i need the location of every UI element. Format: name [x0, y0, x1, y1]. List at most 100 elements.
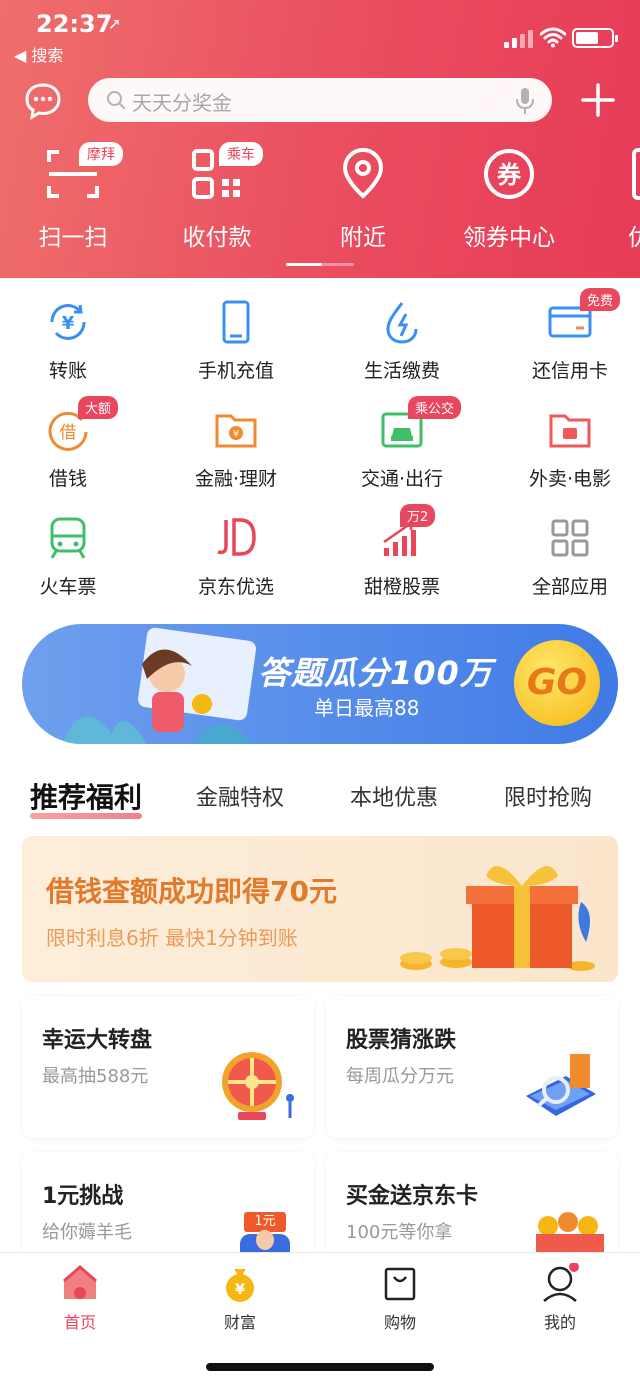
service-transport[interactable]: 乘公交 交通·出行 — [322, 396, 482, 491]
service-label: 火车票 — [39, 576, 97, 598]
service-phone-topup[interactable]: 手机充值 — [156, 300, 316, 383]
status-time: 22:37 — [36, 10, 113, 38]
service-utility-bills[interactable]: 生活缴费 — [322, 300, 482, 383]
location-arrow-icon: ➚ — [108, 14, 122, 33]
svg-text:¥: ¥ — [235, 1282, 245, 1298]
quick-action-nearby[interactable]: 附近 — [308, 146, 418, 252]
service-jd-select[interactable]: 京东优选 — [156, 516, 316, 599]
card-title: 买金送京东卡 — [346, 1184, 479, 1209]
banner-illustration — [62, 627, 256, 744]
service-label: 京东优选 — [197, 576, 274, 598]
service-label: 金融·理财 — [194, 468, 278, 490]
nav-home[interactable]: 首页 — [0, 1263, 160, 1333]
nav-label: 财富 — [223, 1313, 256, 1332]
cellular-signal-icon — [504, 28, 536, 48]
location-pin-icon — [342, 147, 384, 199]
tab-flash-sale[interactable]: 限时抢购 — [504, 780, 592, 812]
quick-action-label: 收付款 — [182, 225, 252, 251]
gift-box-icon — [400, 866, 595, 971]
plus-icon[interactable] — [578, 80, 618, 120]
search-bar[interactable]: 天天分奖金 — [88, 78, 552, 122]
header: 22:37 ➚ ◀ 搜索 天天分奖金 摩拜 扫一扫 乘车 收付款 附近 券 领券… — [0, 0, 640, 278]
banner-subtitle: 单日最高88 — [314, 696, 420, 720]
tab-finance-privileges[interactable]: 金融特权 — [196, 780, 284, 812]
search-icon — [107, 91, 125, 109]
service-finance[interactable]: ¥ 金融·理财 — [156, 408, 316, 491]
quick-action-label: 扫一扫 — [38, 225, 108, 251]
back-to-app-link[interactable]: ◀ 搜索 — [14, 42, 63, 66]
borrow-glyph: 借 — [60, 423, 77, 443]
service-label: 还信用卡 — [531, 360, 608, 382]
card-one-yuan-challenge[interactable]: 1元挑战 给你薅羊毛 1元 — [22, 1152, 314, 1252]
card-subtitle: 最高抽588元 — [42, 1066, 149, 1087]
service-badge: 大额 — [78, 396, 119, 419]
message-icon[interactable] — [24, 82, 62, 120]
banner-go-button[interactable]: GO — [514, 640, 600, 726]
card-gold-jd-card[interactable]: 买金送京东卡 100元等你拿 — [326, 1152, 618, 1252]
service-takeout-movies[interactable]: 外卖·电影 — [490, 408, 640, 491]
banner-title: 答题瓜分100万 — [258, 654, 493, 692]
svg-text:¥: ¥ — [62, 313, 75, 334]
quick-action-label: 领券中心 — [463, 225, 555, 251]
nav-label: 我的 — [543, 1313, 576, 1332]
service-credit-card[interactable]: 免费 还信用卡 — [490, 288, 640, 383]
grid-apps-icon — [551, 519, 589, 557]
loan-promo-card[interactable]: 借钱查额成功即得70元 限时利息6折 最快1分钟到账 — [22, 836, 618, 982]
service-train-tickets[interactable]: 火车票 — [0, 516, 148, 599]
tab-recommended[interactable]: 推荐福利 — [30, 776, 143, 819]
microphone-icon[interactable] — [514, 87, 536, 115]
quick-action-label: 附近 — [340, 225, 386, 251]
card-title: 1元挑战 — [42, 1184, 124, 1209]
quick-action-partial[interactable]: 优 — [600, 146, 640, 252]
service-label: 甜橙股票 — [363, 576, 440, 598]
card-stock-guess[interactable]: 股票猜涨跌 每周瓜分万元 — [326, 996, 618, 1138]
prize-wheel-icon — [222, 1052, 294, 1120]
coupon-glyph: 券 — [497, 161, 522, 189]
wifi-icon — [540, 27, 566, 48]
card-subtitle: 给你薅羊毛 — [42, 1222, 132, 1243]
yuan-exchange-icon: ¥ — [50, 304, 86, 340]
service-stocks[interactable]: 万2 甜橙股票 — [322, 504, 482, 599]
promo-title: 借钱查额成功即得70元 — [46, 875, 337, 908]
quick-action-coupons[interactable]: 券 领券中心 — [454, 146, 564, 252]
status-bar: 22:37 ➚ ◀ 搜索 — [0, 0, 640, 70]
quick-actions-page-indicator — [286, 263, 354, 266]
takeout-folder-icon — [549, 414, 591, 448]
svg-text:¥: ¥ — [233, 429, 239, 440]
coupon-icon: 券 — [484, 149, 534, 199]
money-bag-icon: ¥ — [226, 1269, 254, 1302]
water-drop-bolt-icon — [386, 302, 418, 344]
challenge-tag: 1元 — [244, 1212, 286, 1232]
shopping-bag-icon — [384, 1267, 416, 1301]
nav-profile[interactable]: 我的 — [480, 1262, 640, 1333]
finance-folder-icon: ¥ — [215, 414, 257, 448]
jd-logo-icon — [217, 518, 256, 556]
service-label: 借钱 — [48, 468, 87, 490]
service-transfer[interactable]: ¥ 转账 — [0, 300, 148, 383]
service-borrow[interactable]: 借 大额 借钱 — [0, 396, 148, 491]
benefits-tabs: 推荐福利 金融特权 本地优惠 限时抢购 — [0, 764, 640, 836]
service-badge: 乘公交 — [408, 396, 462, 419]
card-subtitle: 每周瓜分万元 — [346, 1066, 454, 1087]
nav-label: 购物 — [383, 1313, 416, 1332]
train-icon — [50, 517, 86, 559]
quick-badge: 摩拜 — [79, 142, 123, 166]
challenge-illustration: 1元 — [240, 1212, 290, 1252]
nav-wealth[interactable]: ¥ 财富 — [160, 1263, 320, 1333]
tab-local-deals[interactable]: 本地优惠 — [350, 780, 438, 812]
service-all-apps[interactable]: 全部应用 — [490, 516, 640, 599]
home-indicator — [206, 1363, 434, 1371]
quick-action-pay[interactable]: 乘车 收付款 — [162, 142, 272, 252]
quick-action-label: 优 — [628, 225, 640, 251]
quiz-banner[interactable]: 答题瓜分100万 单日最高88 GO — [22, 624, 618, 744]
magnifier-tablet-icon — [526, 1054, 596, 1116]
quick-action-scan[interactable]: 摩拜 扫一扫 — [18, 142, 128, 252]
home-icon — [63, 1265, 97, 1299]
nav-shopping[interactable]: 购物 — [320, 1263, 480, 1333]
nav-label: 首页 — [63, 1313, 96, 1332]
search-placeholder: 天天分奖金 — [132, 91, 232, 115]
service-label: 外卖·电影 — [528, 468, 612, 490]
service-label: 转账 — [48, 360, 87, 382]
card-title: 股票猜涨跌 — [346, 1028, 457, 1053]
card-lucky-wheel[interactable]: 幸运大转盘 最高抽588元 — [22, 996, 314, 1138]
